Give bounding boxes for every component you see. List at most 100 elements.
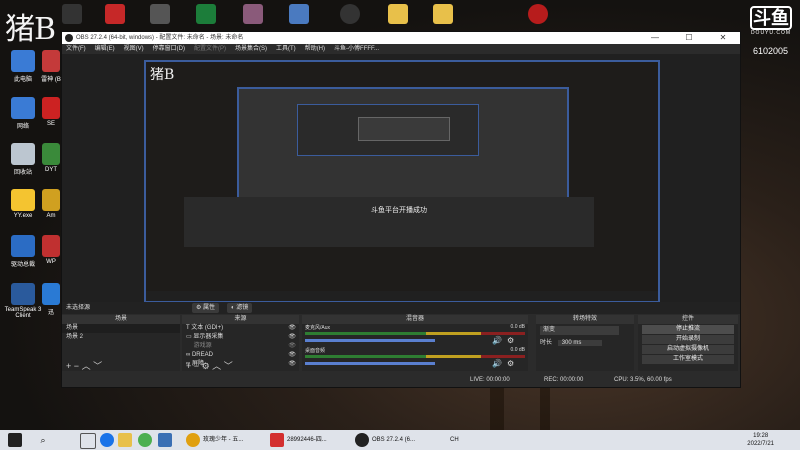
scene-item[interactable]: 场景: [62, 324, 180, 333]
stop-streaming-button[interactable]: 停止推流: [642, 325, 734, 334]
menu-tools[interactable]: 工具(T): [276, 44, 296, 54]
desktop-icon-partial[interactable]: Am: [40, 189, 62, 219]
desktop-icon-partial[interactable]: 迅: [40, 283, 62, 316]
desktop-icon-partial[interactable]: DYT: [40, 143, 62, 173]
menu-scene-collection[interactable]: 场景集合(S): [235, 44, 267, 54]
minimize-button[interactable]: —: [638, 32, 672, 44]
desktop-icon-label: 网络: [16, 124, 29, 130]
task-view-icon[interactable]: [80, 433, 96, 449]
controls-dock: 控件 停止推流 开始录制 启动虚拟摄像机 工作室模式: [638, 315, 738, 371]
teamspeak-icon: [11, 283, 35, 305]
duration-row: 时长 300 ms: [540, 337, 630, 346]
folder-icon[interactable]: [433, 4, 453, 24]
speaker-icon[interactable]: 🔊: [492, 336, 502, 345]
move-up-button[interactable]: ︿: [82, 361, 91, 371]
taskbar-clock[interactable]: 19:28 2022/7/21: [747, 432, 774, 448]
speaker-icon[interactable]: 🔊: [492, 359, 502, 368]
transition-select[interactable]: 渐变: [540, 326, 619, 335]
source-item[interactable]: ▭ 显示器采集 👁: [182, 333, 299, 342]
visibility-icon[interactable]: 👁: [288, 324, 299, 333]
mixer-controls: 🔊 ⚙: [302, 359, 528, 368]
app-icon: [42, 50, 60, 72]
filters-label: 滤镜: [236, 305, 249, 311]
close-button[interactable]: ✕: [706, 32, 740, 44]
taskbar-item-douyu[interactable]: 28992446-四...: [287, 434, 327, 446]
desktop-icon-app[interactable]: [196, 4, 216, 24]
menu-douyu[interactable]: 斗鱼-小傅FFFF...: [334, 44, 379, 54]
ime-indicator[interactable]: CH: [450, 434, 459, 446]
obs-titlebar[interactable]: OBS 27.2.4 (64-bit, windows) - 配置文件: 未命名…: [62, 32, 740, 44]
volume-slider[interactable]: [305, 339, 435, 342]
move-down-button[interactable]: ﹀: [224, 361, 233, 371]
desktop-icon-label: TeamSpeak 3 Client: [4, 307, 42, 319]
no-source-label: 未选择源: [66, 305, 91, 311]
visibility-icon[interactable]: 👁: [288, 351, 299, 360]
source-item[interactable]: T 文本 (GDI+) 👁: [182, 324, 299, 333]
menu-file[interactable]: 文件(F): [66, 44, 86, 54]
source-settings-button[interactable]: ⚙: [202, 361, 210, 371]
properties-button[interactable]: ⚙ 属性: [192, 303, 220, 313]
driver-icon: [11, 235, 35, 257]
desktop-icon-partial[interactable]: 雷神 (B: [40, 50, 62, 83]
source-label: 文本 (GDI+): [191, 325, 224, 331]
mixer-controls: 🔊 ⚙: [302, 336, 528, 345]
folder-icon[interactable]: [388, 4, 408, 24]
edge-icon[interactable]: [100, 433, 114, 447]
move-up-button[interactable]: ︿: [212, 361, 221, 371]
nested-preview: [237, 87, 569, 200]
move-down-button[interactable]: ﹀: [93, 361, 102, 371]
source-item[interactable]: ∞ DREAD 👁: [182, 351, 299, 360]
channel-name: 桌面音频: [305, 348, 326, 354]
scene-item[interactable]: 场景 2: [62, 333, 180, 342]
source-item[interactable]: 游戏源 👁: [182, 342, 299, 351]
app-icon[interactable]: [158, 433, 172, 447]
taskbar-item-music[interactable]: 玫瑰少年 - 五...: [203, 434, 243, 446]
duration-input[interactable]: 300 ms: [557, 340, 602, 346]
desktop-icon-label: Am: [46, 213, 56, 219]
volume-slider[interactable]: [305, 362, 435, 365]
gear-icon[interactable]: ⚙: [507, 336, 514, 345]
menu-edit[interactable]: 编辑(E): [95, 44, 115, 54]
stream-preview[interactable]: 猪B 斗鱼平台开播成功: [144, 60, 660, 303]
app-icon: [42, 235, 60, 257]
nested-taskbar: [146, 291, 658, 301]
start-recording-button[interactable]: 开始录制: [642, 335, 734, 344]
search-icon[interactable]: ⌕: [36, 433, 50, 447]
desktop-icon-game[interactable]: [62, 4, 82, 24]
scenes-toolbar: + − ︿ ﹀: [62, 361, 180, 371]
desktop-icon-game[interactable]: [289, 4, 309, 24]
add-source-button[interactable]: +: [186, 361, 191, 371]
menu-profile[interactable]: 配置文件(P): [194, 44, 226, 54]
desktop-icon-partial[interactable]: SE: [40, 97, 62, 127]
remove-source-button[interactable]: −: [194, 361, 199, 371]
status-bar: LIVE: 00:00:00 REC: 00:00:00 CPU: 3.5%, …: [62, 373, 740, 387]
desktop-icon-app[interactable]: [340, 4, 360, 24]
visibility-icon[interactable]: 👁: [288, 333, 299, 342]
remove-scene-button[interactable]: −: [74, 361, 79, 371]
virtual-camera-button[interactable]: 启动虚拟摄像机: [642, 345, 734, 354]
add-scene-button[interactable]: +: [66, 361, 71, 371]
start-icon[interactable]: [8, 433, 22, 447]
studio-mode-button[interactable]: 工作室模式: [642, 355, 734, 364]
folder-icon[interactable]: [118, 433, 132, 447]
menu-docks[interactable]: 停靠窗口(D): [153, 44, 185, 54]
steam-icon[interactable]: [528, 4, 548, 24]
cpu-status: CPU: 3.5%, 60.00 fps: [614, 377, 672, 383]
channel-db: 0.0 dB: [510, 324, 525, 330]
computer-icon: [11, 50, 35, 72]
gear-icon[interactable]: ⚙: [507, 359, 514, 368]
desktop-icon-label: YY.exe: [13, 213, 33, 219]
visibility-icon[interactable]: 👁: [288, 342, 299, 351]
chrome-icon[interactable]: [138, 433, 152, 447]
menu-help[interactable]: 帮助(H): [305, 44, 325, 54]
desktop-icon-netease[interactable]: [105, 4, 125, 24]
filters-button[interactable]: ◐ 滤镜: [227, 303, 253, 313]
mixer-channel: 桌面音频 0.0 dB: [302, 347, 528, 354]
mixer-header: 混音器: [302, 315, 528, 324]
menu-view[interactable]: 视图(V): [124, 44, 144, 54]
taskbar-item-obs[interactable]: OBS 27.2.4 (6...: [372, 434, 415, 446]
desktop-icon-game[interactable]: [243, 4, 263, 24]
desktop-icon-partial[interactable]: WP: [40, 235, 62, 265]
desktop-icon-game[interactable]: [150, 4, 170, 24]
maximize-button[interactable]: ☐: [672, 32, 706, 44]
